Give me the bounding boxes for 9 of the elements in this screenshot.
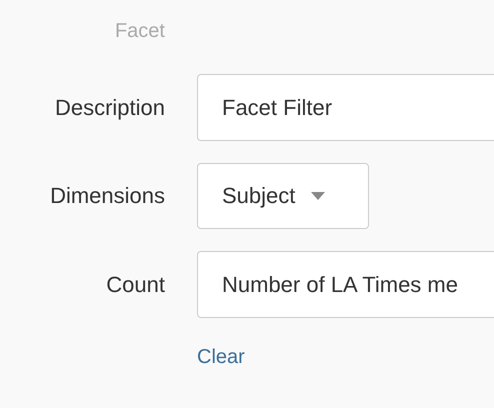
caret-icon <box>311 192 326 200</box>
field-label: Count <box>106 272 165 298</box>
dropdown[interactable]: Subject <box>197 163 369 229</box>
section-heading: Facet <box>114 20 165 44</box>
input-field[interactable]: Facet Filter <box>197 74 494 141</box>
clear-link[interactable]: Clear <box>197 346 245 369</box>
input-field[interactable]: Number of LA Times me <box>197 251 494 318</box>
field-label: Dimensions <box>50 183 165 209</box>
field-label: Description <box>54 94 165 120</box>
